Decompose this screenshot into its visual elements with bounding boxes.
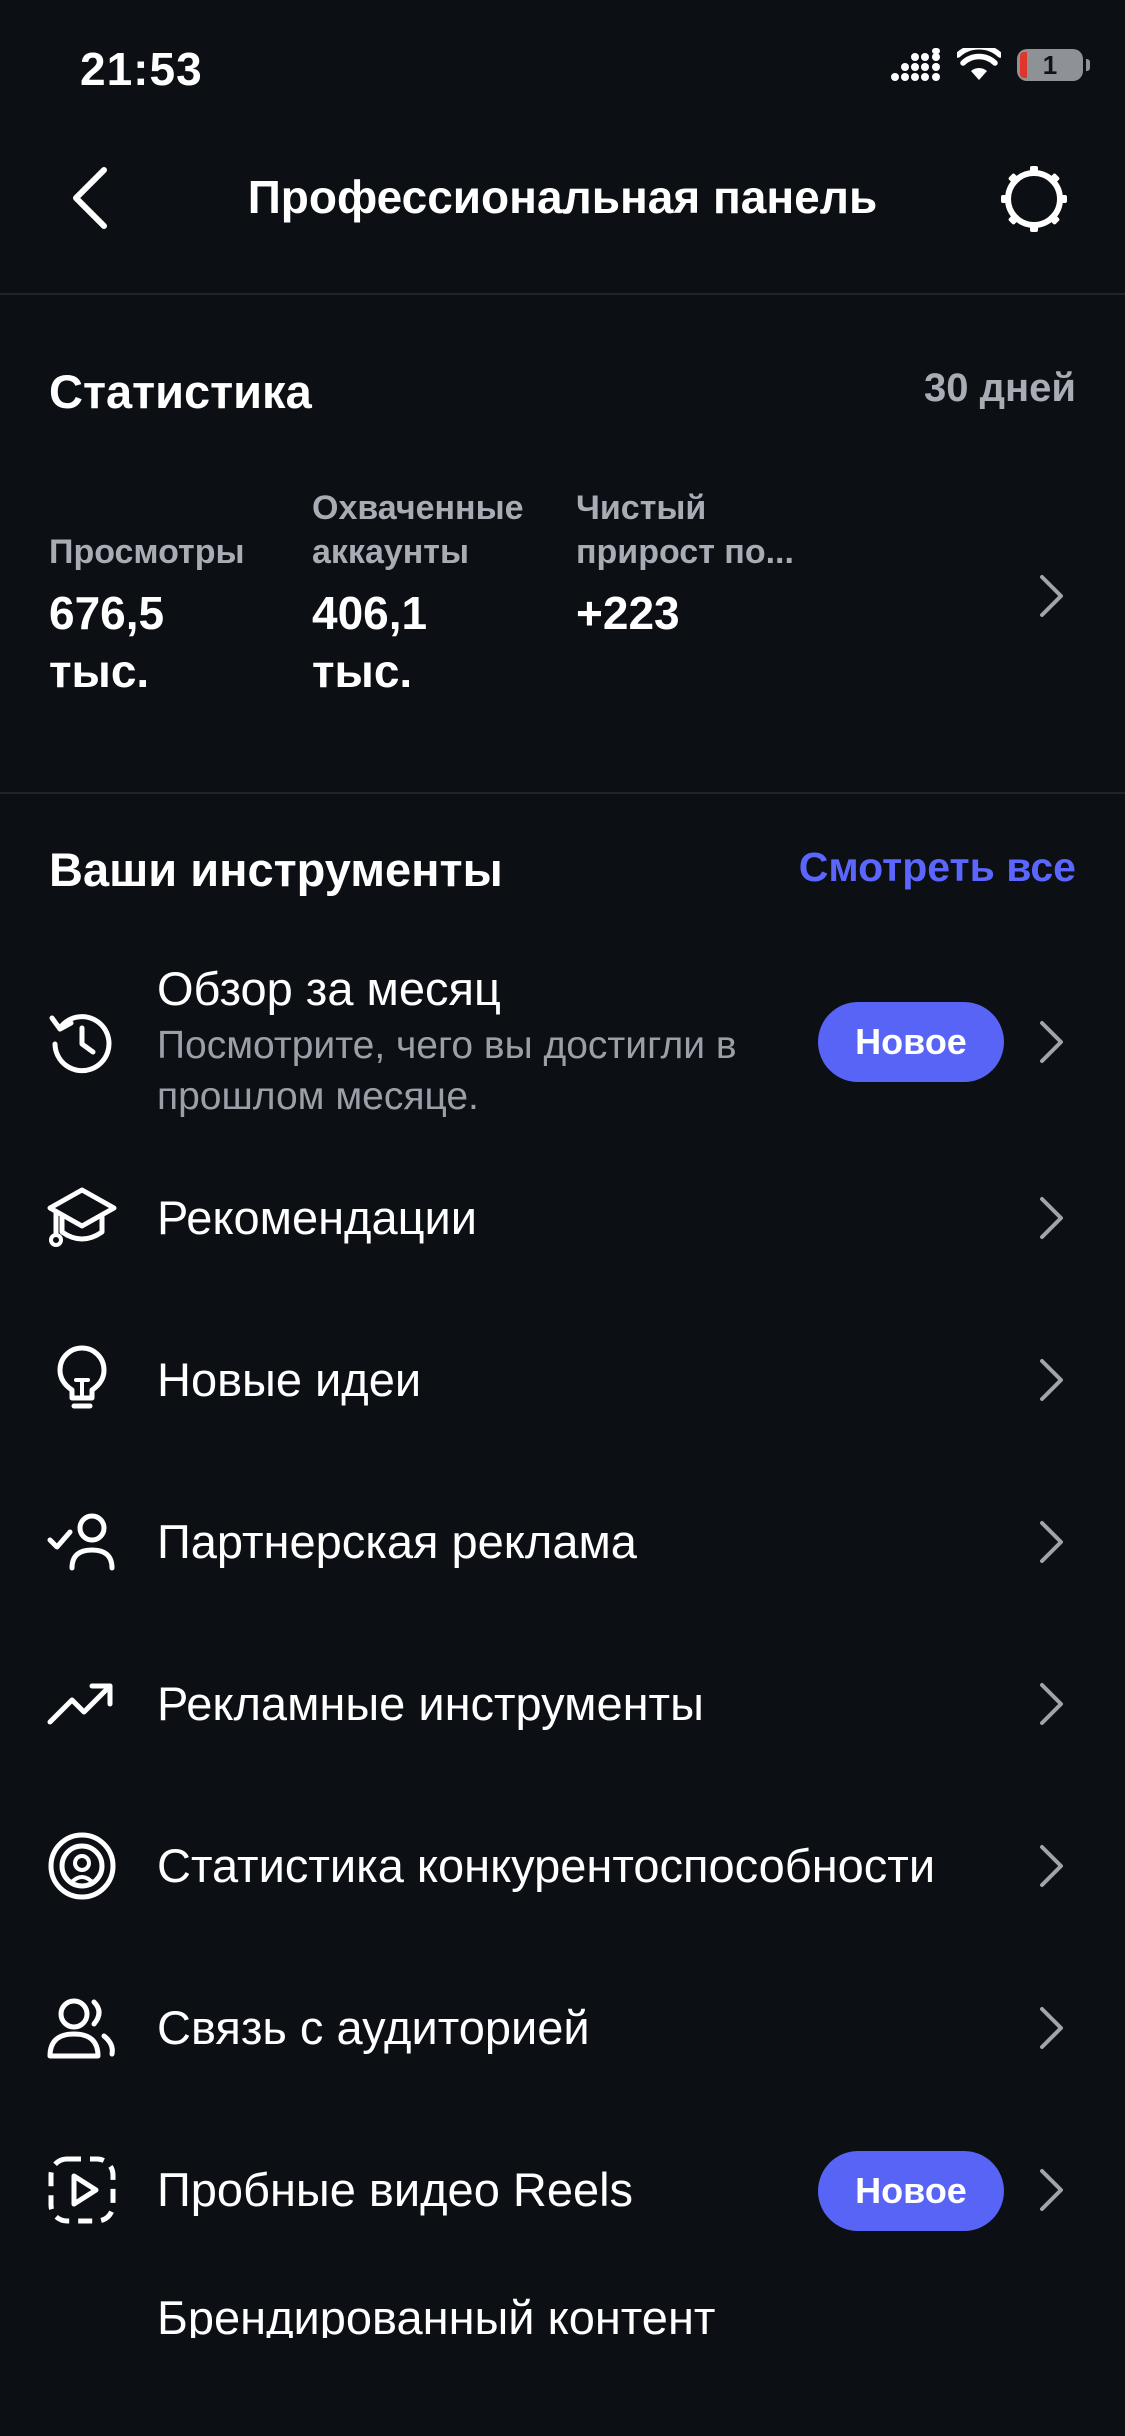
chevron-right-icon: [1032, 1352, 1072, 1408]
person-check-icon: [46, 1506, 118, 1578]
stat-views[interactable]: Просмотры 676,5 тыс.: [49, 486, 245, 700]
new-badge: Новое: [818, 2151, 1004, 2231]
tool-label: Рекламные инструменты: [157, 1677, 704, 1730]
status-icons: 1: [891, 48, 1090, 82]
new-badge: Новое: [818, 1002, 1004, 1082]
stat-label-line2: прирост по...: [576, 533, 794, 571]
graduation-cap-icon: [46, 1182, 118, 1254]
battery-icon: 1: [1017, 49, 1090, 81]
stats-divider: [0, 792, 1125, 794]
stat-label-line1: Охваченные: [312, 489, 524, 527]
chevron-right-icon: [1032, 1838, 1072, 1894]
stat-net-growth[interactable]: Чистый прирост по... +223: [576, 486, 794, 642]
battery-level: 1: [1042, 49, 1058, 80]
settings-button[interactable]: [995, 160, 1073, 238]
chevron-right-icon: [1040, 575, 1063, 617]
stat-value-line2: тыс.: [312, 645, 413, 697]
wifi-icon: [957, 48, 1001, 80]
tool-label: Рекомендации: [157, 1191, 478, 1244]
chevron-right-icon: [1032, 2162, 1072, 2218]
stats-title: Статистика: [49, 365, 312, 418]
stats-range[interactable]: 30 дней: [924, 366, 1076, 411]
tool-label: Пробные видео Reels: [157, 2163, 634, 2216]
history-clock-icon: [46, 1006, 118, 1078]
chevron-right-icon: [1032, 1514, 1072, 1570]
stat-value-line2: тыс.: [49, 645, 150, 697]
stat-label-line1: [49, 486, 245, 530]
chevron-right-icon: [1032, 2000, 1072, 2056]
tool-row-branded-content[interactable]: Брендированный контент: [0, 2280, 1125, 2338]
chevron-right-icon: [1032, 1014, 1072, 1070]
tool-subtitle-line1: Посмотрите, чего вы достигли в: [157, 1024, 737, 1067]
audience-icon: [46, 1992, 118, 2064]
chevron-right-icon: [1032, 1676, 1072, 1732]
reels-play-icon: [46, 2154, 118, 2226]
header-divider: [0, 293, 1125, 295]
status-time: 21:53: [80, 43, 203, 95]
see-all-link[interactable]: Смотреть все: [799, 844, 1076, 891]
stat-label-line1: Чистый: [576, 489, 707, 527]
stat-value-line1: 676,5: [49, 587, 165, 639]
gear-icon: [1001, 166, 1067, 232]
cellular-signal-icon: [891, 48, 940, 81]
tool-subtitle-line2: прошлом месяце.: [157, 1075, 479, 1118]
stat-label-line2: аккаунты: [312, 533, 469, 571]
tool-label: Брендированный контент: [157, 2291, 716, 2338]
tool-label: Новые идеи: [157, 1353, 422, 1406]
target-person-icon: [46, 1830, 118, 1902]
stat-reached-accounts[interactable]: Охваченные аккаунты 406,1 тыс.: [312, 486, 524, 700]
chevron-right-icon: [1032, 1190, 1072, 1246]
trending-up-icon: [46, 1668, 118, 1740]
tool-label: Партнерская реклама: [157, 1515, 637, 1568]
tool-label: Обзор за месяц: [157, 962, 501, 1015]
page-title: Профессиональная панель: [247, 171, 878, 223]
stat-value-line1: +223: [576, 587, 680, 639]
tool-label: Статистика конкурентоспособности: [157, 1839, 936, 1892]
lightbulb-icon: [46, 1344, 118, 1416]
stats-chevron-right-icon[interactable]: [1032, 568, 1072, 624]
stat-label-line2: Просмотры: [49, 533, 245, 571]
tool-label: Связь с аудиторией: [157, 2001, 590, 2054]
stat-value-line1: 406,1: [312, 587, 428, 639]
tools-title: Ваши инструменты: [49, 843, 503, 896]
